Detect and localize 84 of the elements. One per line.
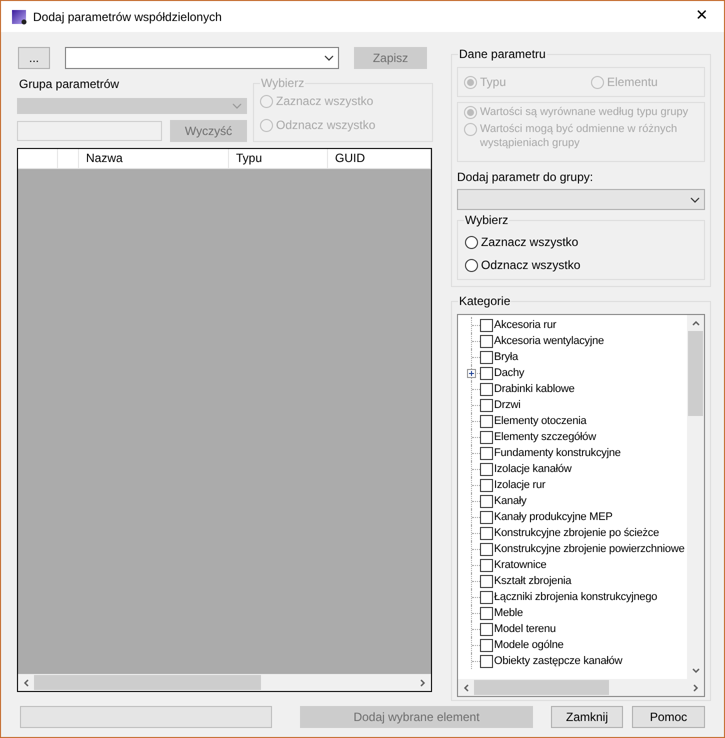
group-title: Wybierz — [260, 76, 306, 90]
scrollbar-thumb[interactable] — [688, 331, 703, 416]
arrow-left-icon[interactable] — [463, 684, 469, 692]
checkbox[interactable] — [480, 494, 493, 508]
chevron-down-icon — [690, 196, 700, 202]
checkbox[interactable] — [480, 622, 493, 636]
category-label[interactable]: Drzwi — [494, 398, 520, 412]
checkbox[interactable] — [480, 590, 493, 604]
category-label[interactable]: Konstrukcyjne zbrojenie powierzchniowe — [494, 542, 685, 556]
category-label[interactable]: Akcesoria rur — [494, 318, 556, 332]
checkbox[interactable] — [480, 574, 493, 588]
expand-icon[interactable] — [467, 369, 476, 378]
window-title: Dodaj parametrów współdzielonych — [33, 8, 222, 26]
arrow-left-icon[interactable] — [23, 678, 29, 686]
vertical-scrollbar[interactable] — [687, 315, 704, 679]
close-button[interactable]: ✕ — [680, 2, 724, 32]
category-label[interactable]: Obiekty zastępcze kanałów — [494, 654, 622, 668]
checkbox[interactable] — [480, 638, 493, 652]
category-label[interactable]: Dachy — [494, 366, 524, 380]
scrollbar-thumb[interactable] — [34, 675, 262, 690]
category-label[interactable]: Izolacje kanałów — [494, 462, 572, 476]
group-label: Grupa parametrów — [18, 77, 120, 91]
column-header[interactable]: GUID — [328, 149, 431, 168]
checkbox[interactable] — [480, 398, 493, 412]
filter-field[interactable] — [17, 121, 162, 141]
radio-label: Typu — [480, 75, 506, 89]
column-header[interactable]: Nazwa — [79, 149, 229, 168]
help-button[interactable]: Pomoc — [632, 706, 705, 728]
radio-label: Zaznacz wszystko — [481, 235, 578, 249]
app-icon — [11, 8, 27, 24]
chevron-down-icon — [232, 103, 242, 109]
file-dropdown[interactable] — [65, 47, 339, 69]
checkbox[interactable] — [480, 558, 493, 572]
checkbox[interactable] — [480, 430, 493, 444]
horizontal-scrollbar[interactable] — [458, 679, 704, 696]
category-label[interactable]: Konstrukcyjne zbrojenie po ścieżce — [494, 526, 660, 540]
checkbox[interactable] — [480, 446, 493, 460]
arrow-up-icon[interactable] — [692, 320, 700, 326]
category-label[interactable]: Kratownice — [494, 558, 546, 572]
checkbox[interactable] — [480, 414, 493, 428]
category-label[interactable]: Łączniki zbrojenia konstrukcyjnego — [494, 590, 658, 604]
arrow-down-icon[interactable] — [692, 668, 700, 674]
checkbox[interactable] — [480, 510, 493, 524]
category-label[interactable]: Elementy szczegółów — [494, 430, 596, 444]
checkbox[interactable] — [480, 654, 493, 668]
category-label[interactable]: Fundamenty konstrukcyjne — [494, 446, 621, 460]
radio-label: Elementu — [607, 75, 658, 89]
arrow-right-icon[interactable] — [693, 684, 699, 692]
checkbox[interactable] — [480, 382, 493, 396]
category-label[interactable]: Akcesoria wentylacyjne — [494, 334, 604, 348]
radio-label: Odznacz wszystko — [481, 258, 580, 272]
category-label[interactable]: Modele ogólne — [494, 638, 564, 652]
category-label[interactable]: Meble — [494, 606, 523, 620]
group-title: Wybierz — [464, 213, 510, 227]
category-label[interactable]: Model terenu — [494, 622, 556, 636]
checkbox[interactable] — [480, 606, 493, 620]
group-title: Kategorie — [458, 294, 512, 308]
checkbox[interactable] — [480, 478, 493, 492]
category-label[interactable]: Elementy otoczenia — [494, 414, 586, 428]
category-label[interactable]: Kształt zbrojenia — [494, 574, 572, 588]
close-dialog-button[interactable]: Zamknij — [551, 706, 623, 728]
browse-button[interactable]: ... — [18, 47, 50, 69]
radio-label: Wartości są wyrównane według typu grupy — [480, 105, 688, 119]
checkbox[interactable] — [480, 366, 493, 380]
radio-label: Wartości mogą być odmienne w różnych wystąpieniach grupy — [480, 122, 678, 150]
category-label[interactable]: Kanały — [494, 494, 526, 508]
category-label[interactable]: Kanały produkcyjne MEP — [494, 510, 612, 524]
checkbox[interactable] — [480, 350, 493, 364]
column-header[interactable]: Typu — [229, 149, 328, 168]
scrollbar-thumb[interactable] — [474, 680, 610, 695]
group-title: Dane parametru — [458, 47, 547, 61]
category-label[interactable]: Bryła — [494, 350, 518, 364]
radio-label: Zaznacz wszystko — [276, 94, 374, 108]
radio-label: Odznacz wszystko — [276, 118, 376, 132]
checkbox[interactable] — [480, 526, 493, 540]
checkbox[interactable] — [480, 318, 493, 332]
add-to-group-label: Dodaj parametr do grupy: — [457, 170, 594, 184]
category-label[interactable]: Drabinki kablowe — [494, 382, 575, 396]
checkbox[interactable] — [480, 334, 493, 348]
category-label[interactable]: Izolacje rur — [494, 478, 546, 492]
checkbox[interactable] — [480, 542, 493, 556]
chevron-down-icon — [324, 55, 334, 61]
checkbox[interactable] — [480, 462, 493, 476]
arrow-right-icon[interactable] — [420, 678, 426, 686]
